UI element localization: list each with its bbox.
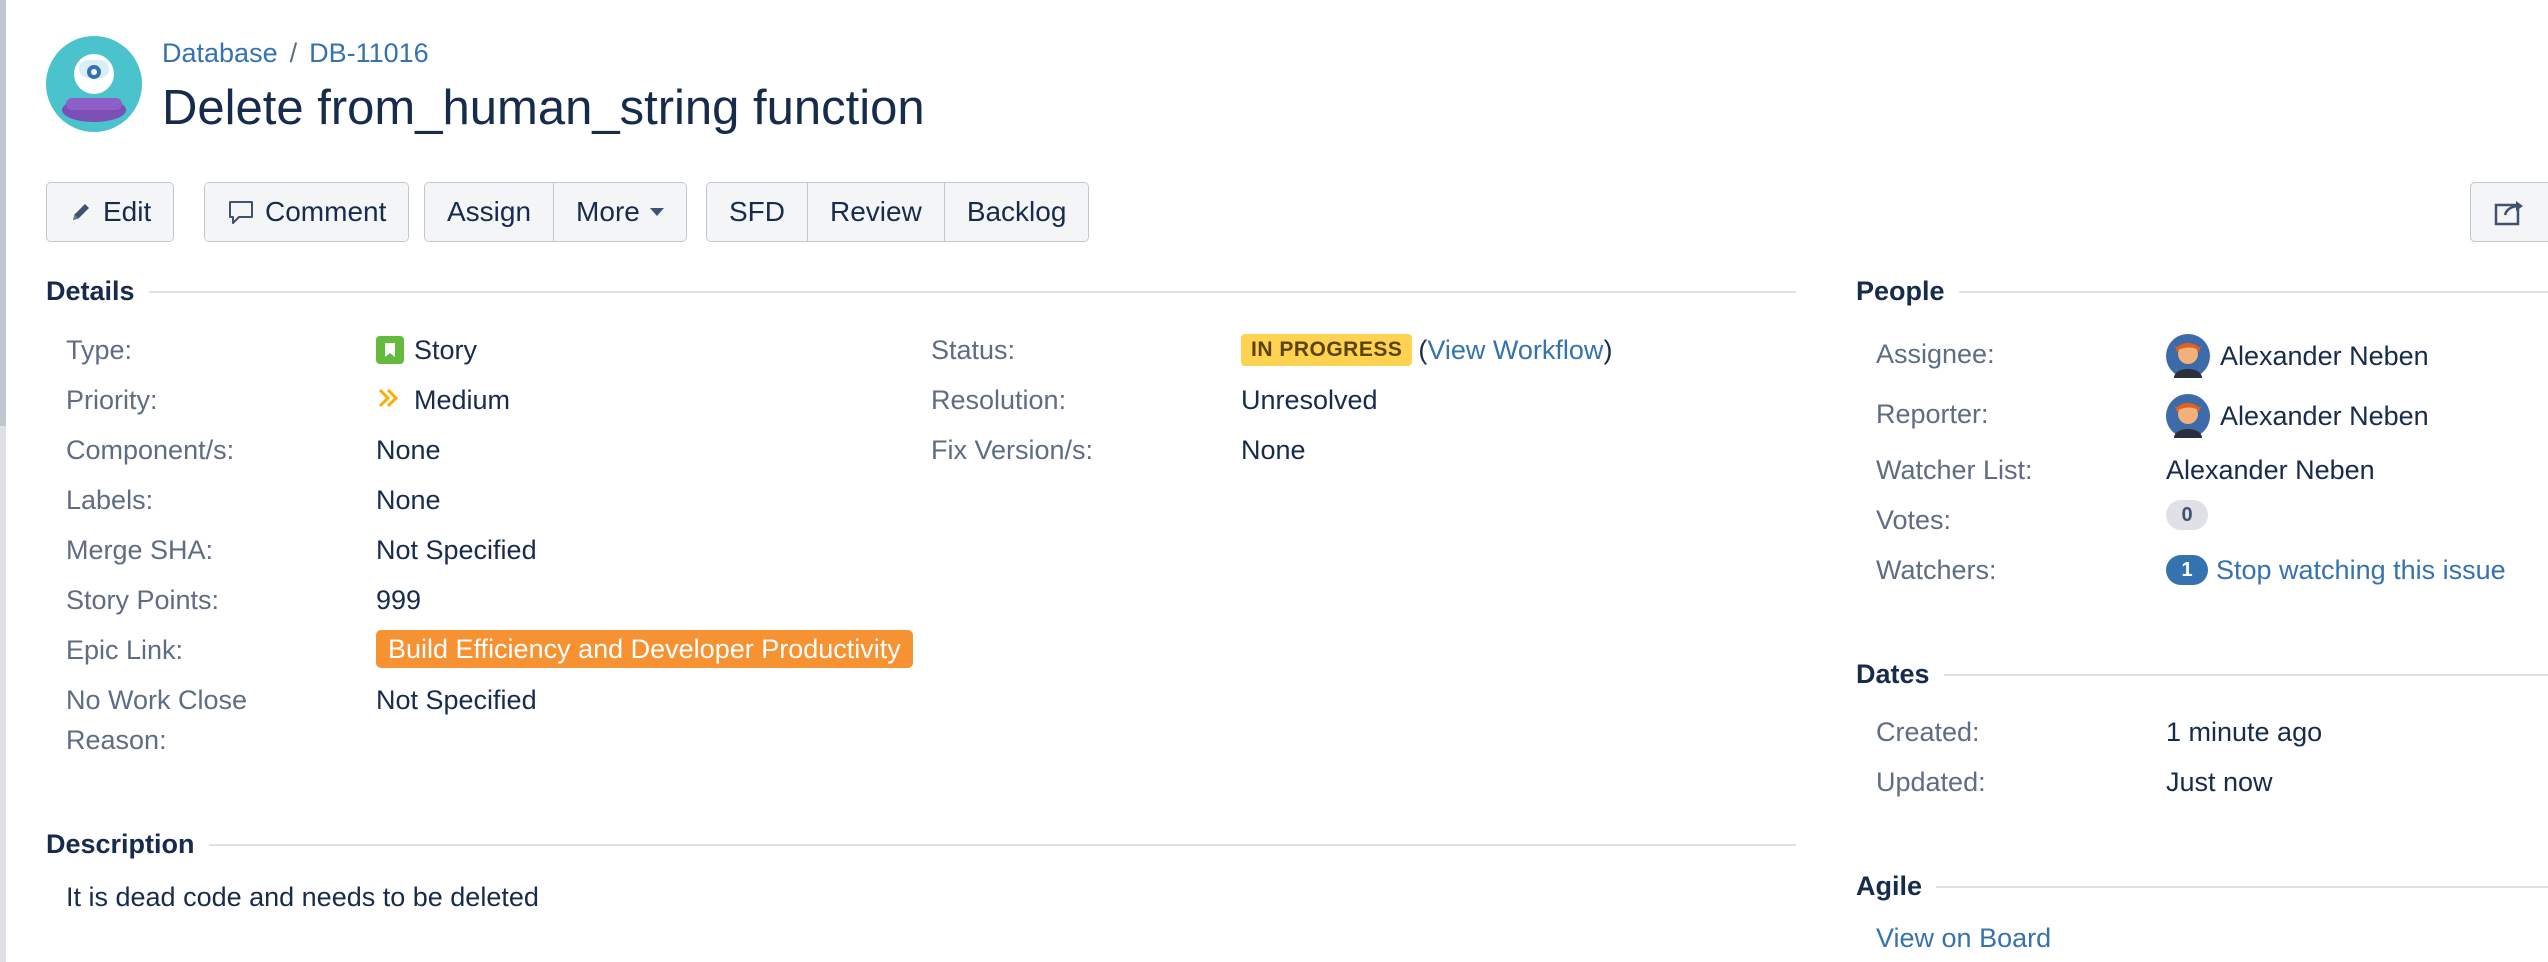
chevron-down-icon bbox=[649, 208, 664, 216]
created-value: 1 minute ago bbox=[2166, 717, 2323, 747]
view-on-board-link[interactable]: View on Board bbox=[1876, 918, 2051, 958]
no-work-close-reason-value[interactable]: Not Specified bbox=[376, 680, 537, 720]
breadcrumb-separator: / bbox=[289, 38, 298, 68]
agile-heading: Agile bbox=[1856, 871, 1923, 901]
assign-button[interactable]: Assign bbox=[425, 183, 555, 241]
watchers-count-badge: 1 bbox=[2166, 555, 2208, 585]
story-points-label: Story Points: bbox=[66, 585, 220, 615]
view-workflow-paren-close: ) bbox=[1603, 335, 1613, 365]
epic-link-label: Epic Link: bbox=[66, 635, 184, 665]
more-button-label: More bbox=[576, 196, 640, 227]
comment-button-group: Comment bbox=[204, 182, 410, 242]
votes-label: Votes: bbox=[1876, 505, 1952, 535]
status-label: Status: bbox=[931, 335, 1016, 365]
merge-sha-value[interactable]: Not Specified bbox=[376, 530, 537, 570]
reporter-label: Reporter: bbox=[1876, 399, 1989, 429]
labels-value[interactable]: None bbox=[376, 480, 441, 520]
description-text[interactable]: It is dead code and needs to be deleted bbox=[66, 877, 539, 917]
issue-title[interactable]: Delete from_human_string function bbox=[162, 80, 925, 136]
edit-button-label: Edit bbox=[103, 196, 152, 227]
updated-value: Just now bbox=[2166, 767, 2273, 797]
resolution-label: Resolution: bbox=[931, 385, 1067, 415]
created-label: Created: bbox=[1876, 717, 1980, 747]
priority-value-text: Medium bbox=[414, 385, 511, 415]
people-rule bbox=[1958, 290, 2548, 293]
watcher-list-label: Watcher List: bbox=[1876, 455, 2033, 485]
merge-sha-label: Merge SHA: bbox=[66, 535, 214, 565]
edit-button[interactable]: Edit bbox=[47, 183, 174, 241]
fix-version-value[interactable]: None bbox=[1241, 430, 1306, 470]
project-avatar[interactable] bbox=[46, 36, 142, 132]
type-value-text: Story bbox=[414, 335, 478, 365]
comment-button[interactable]: Comment bbox=[205, 183, 409, 241]
view-workflow-link[interactable]: View Workflow bbox=[1427, 330, 1603, 370]
user-avatar bbox=[2166, 334, 2210, 378]
description-heading: Description bbox=[46, 829, 195, 859]
review-button[interactable]: Review bbox=[808, 183, 945, 241]
description-section-heading: Description bbox=[46, 829, 1796, 860]
updated-label: Updated: bbox=[1876, 767, 1986, 797]
assignee-value[interactable]: Alexander Neben bbox=[2166, 334, 2429, 378]
story-points-value[interactable]: 999 bbox=[376, 580, 421, 620]
resolution-value: Unresolved bbox=[1241, 385, 1378, 415]
no-work-close-reason-label-line2: Reason: bbox=[66, 725, 167, 755]
votes-count-badge: 0 bbox=[2166, 500, 2208, 530]
agile-rule bbox=[1936, 885, 2548, 888]
description-rule bbox=[208, 843, 1796, 846]
left-edge-highlight bbox=[0, 0, 6, 426]
medium-priority-icon bbox=[378, 388, 399, 408]
watchers-label: Watchers: bbox=[1876, 555, 1997, 585]
type-label: Type: bbox=[66, 335, 133, 365]
breadcrumb-project-link[interactable]: Database bbox=[162, 38, 278, 68]
fix-version-label: Fix Version/s: bbox=[931, 435, 1094, 465]
view-workflow-paren-open: ( bbox=[1418, 335, 1428, 365]
breadcrumb: Database / DB-11016 bbox=[162, 38, 429, 69]
dates-section-heading: Dates bbox=[1856, 659, 2548, 690]
details-section-heading: Details bbox=[46, 276, 1796, 307]
sfd-button[interactable]: SFD bbox=[707, 183, 808, 241]
view-on-board-row: View on Board bbox=[1876, 918, 2051, 958]
assignee-label: Assignee: bbox=[1876, 339, 1995, 369]
details-heading: Details bbox=[46, 276, 135, 306]
share-icon bbox=[2494, 201, 2523, 226]
type-value: Story bbox=[376, 330, 477, 370]
priority-label: Priority: bbox=[66, 385, 158, 415]
component-label: Component/s: bbox=[66, 435, 235, 465]
pencil-icon bbox=[69, 200, 93, 224]
watcher-list-value[interactable]: Alexander Neben bbox=[2166, 450, 2375, 490]
assignee-name: Alexander Neben bbox=[2220, 341, 2429, 371]
no-work-close-reason-label-line1: No Work Close bbox=[66, 685, 248, 715]
speech-bubble-icon bbox=[227, 198, 255, 226]
story-icon bbox=[376, 336, 404, 364]
watchers-value: 1 Stop watching this issue bbox=[2166, 550, 2506, 590]
component-value: None bbox=[376, 435, 441, 465]
votes-value[interactable]: 0 bbox=[2166, 500, 2208, 530]
reporter-name: Alexander Neben bbox=[2220, 401, 2429, 431]
left-edge bbox=[0, 0, 6, 962]
priority-value: Medium bbox=[376, 380, 510, 420]
stop-watching-link[interactable]: Stop watching this issue bbox=[2216, 550, 2506, 590]
people-section-heading: People bbox=[1856, 276, 2548, 307]
agile-section-heading: Agile bbox=[1856, 871, 2548, 902]
reporter-value[interactable]: Alexander Neben bbox=[2166, 394, 2429, 438]
user-avatar bbox=[2166, 394, 2210, 438]
status-value: IN PROGRESS (View Workflow) bbox=[1241, 330, 1612, 370]
epic-link-lozenge[interactable]: Build Efficiency and Developer Productiv… bbox=[376, 630, 913, 668]
details-rule bbox=[148, 290, 1796, 293]
comment-button-label: Comment bbox=[265, 196, 387, 227]
more-button[interactable]: More bbox=[554, 183, 686, 241]
edit-button-group: Edit bbox=[46, 182, 175, 242]
backlog-button[interactable]: Backlog bbox=[944, 183, 1089, 241]
dates-heading: Dates bbox=[1856, 659, 1930, 689]
no-work-close-reason-label: No Work Close Reason: bbox=[66, 680, 247, 760]
status-lozenge: IN PROGRESS bbox=[1241, 334, 1413, 366]
labels-label: Labels: bbox=[66, 485, 154, 515]
breadcrumb-issue-key-link[interactable]: DB-11016 bbox=[309, 38, 429, 68]
share-button[interactable] bbox=[2470, 182, 2548, 242]
dates-rule bbox=[1943, 673, 2548, 676]
workflow-button-group: Assign More bbox=[424, 182, 687, 242]
transition-button-group: SFD Review Backlog bbox=[706, 182, 1090, 242]
people-heading: People bbox=[1856, 276, 1945, 306]
epic-link-value: Build Efficiency and Developer Productiv… bbox=[376, 630, 913, 668]
